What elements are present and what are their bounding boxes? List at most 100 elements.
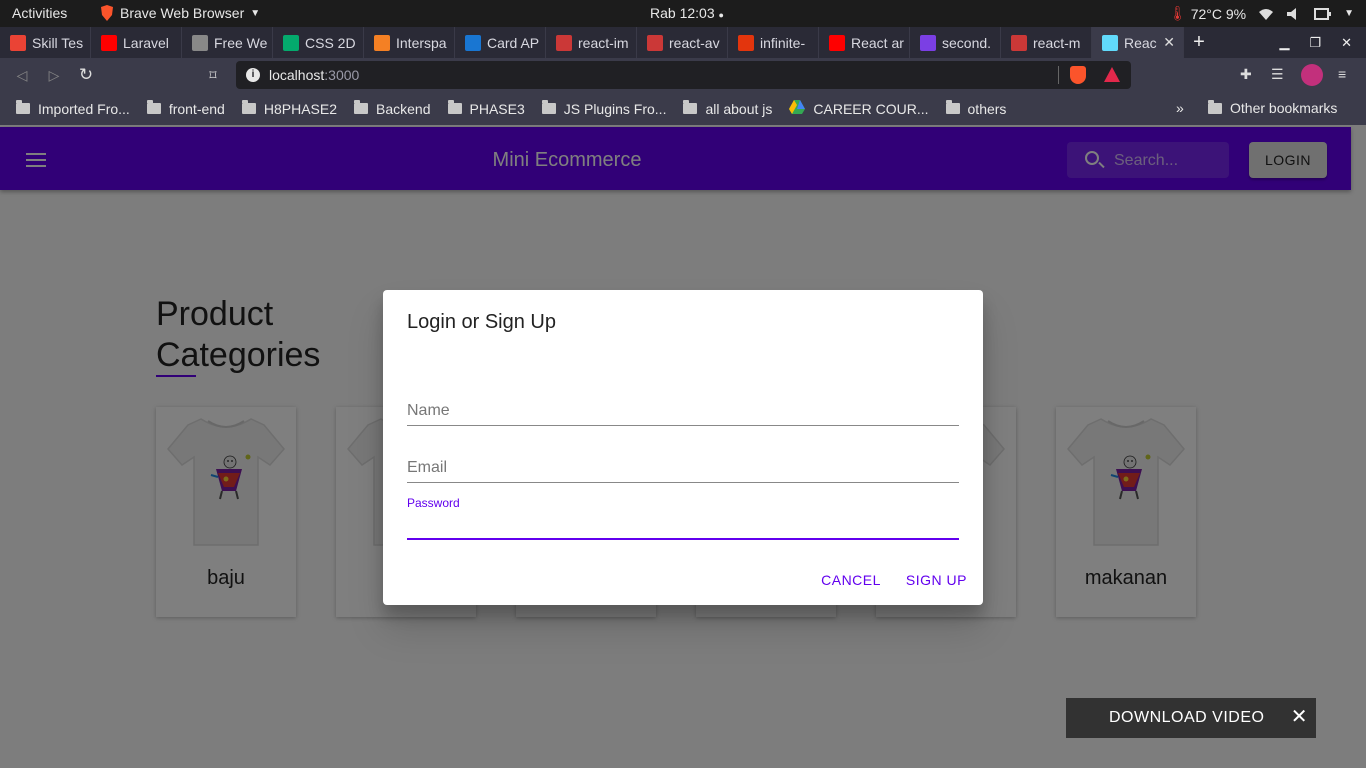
system-tray[interactable]: 🌡 72°C 9% ▼ — [1169, 5, 1354, 22]
chevron-down-icon: ▼ — [1344, 8, 1354, 19]
name-field-underline — [407, 425, 959, 426]
login-dialog: Login or Sign Up Name Email Password CAN… — [383, 290, 983, 605]
reload-icon[interactable]: ↻ — [76, 65, 96, 85]
dialog-title: Login or Sign Up — [407, 311, 556, 333]
browser-tab[interactable]: Free We — [182, 27, 273, 58]
download-video-button[interactable]: DOWNLOAD VIDEO — [1109, 709, 1264, 727]
tab-label: React ar — [851, 34, 904, 51]
browser-tab[interactable]: infinite- — [728, 27, 819, 58]
new-tab-button[interactable]: + — [1184, 31, 1214, 54]
folder-icon — [447, 100, 462, 114]
tab-label: react-im — [578, 34, 629, 51]
npm-icon — [647, 34, 663, 51]
browser-menu-icon[interactable]: ≡ — [1338, 66, 1346, 82]
battery-icon — [1314, 7, 1332, 20]
dialog-actions: CANCEL SIGN UP — [821, 572, 967, 588]
back-icon[interactable]: ◁ — [12, 65, 32, 85]
url-host: localhost — [269, 67, 325, 83]
bookmark-folder[interactable]: CAREER COUR... — [789, 100, 929, 117]
system-top-bar: Activities Brave Web Browser ▼ Rab 12:03… — [0, 0, 1366, 27]
cancel-button[interactable]: CANCEL — [821, 572, 881, 588]
download-video-bar: DOWNLOAD VIDEO ✕ — [1066, 698, 1316, 738]
media-controls-icon[interactable]: ☰ — [1271, 66, 1284, 83]
bookmark-folder[interactable]: Imported Fro... — [16, 100, 130, 117]
npm-icon — [556, 34, 572, 51]
page-content: Mini Ecommerce Search... LOGIN Product C… — [0, 125, 1366, 768]
browser-tab[interactable]: Laravel — [91, 27, 182, 58]
bookmark-folder[interactable]: others — [945, 100, 1006, 117]
folder-icon — [683, 100, 698, 114]
bookmark-label: Backend — [376, 100, 431, 117]
w3-icon — [283, 34, 299, 51]
brave-rewards-icon[interactable] — [1104, 67, 1120, 82]
bookmark-folder[interactable]: all about js — [683, 100, 773, 117]
temperature-label: 72°C 9% — [1190, 5, 1247, 22]
folder-icon — [541, 100, 556, 114]
profile-avatar-icon[interactable] — [1301, 64, 1323, 86]
bookmark-folder[interactable]: PHASE3 — [447, 100, 525, 117]
tab-label: Interspa — [396, 34, 447, 51]
bookmark-label: all about js — [705, 100, 773, 117]
omnibox-divider — [1058, 66, 1059, 84]
thermometer-icon: 🌡 — [1168, 5, 1187, 21]
brave-shields-icon[interactable] — [1070, 66, 1086, 84]
browser-tab[interactable]: Interspa — [364, 27, 455, 58]
bookmark-icon[interactable]: ⌑ — [203, 65, 223, 85]
info-icon[interactable]: i — [246, 68, 260, 82]
browser-tab[interactable]: Card AP — [455, 27, 546, 58]
bookmark-label: front-end — [168, 100, 225, 117]
chevron-down-icon: ▼ — [250, 7, 261, 19]
address-bar[interactable]: i localhost:3000 — [236, 61, 1131, 89]
volume-icon — [1287, 7, 1297, 20]
material-ui-icon — [465, 34, 481, 51]
bookmark-folder[interactable]: JS Plugins Fro... — [541, 100, 667, 117]
folder-icon — [241, 100, 256, 114]
bookmark-label: JS Plugins Fro... — [563, 100, 667, 117]
wifi-icon — [1259, 8, 1274, 20]
clock[interactable]: Rab 12:03 ● — [650, 5, 724, 21]
browser-tab[interactable]: react-im — [546, 27, 637, 58]
sign-up-button[interactable]: SIGN UP — [906, 572, 967, 588]
tab-label: Laravel — [123, 34, 169, 51]
gmail-icon — [10, 34, 26, 51]
maximize-icon[interactable]: ❐ — [1309, 35, 1321, 51]
folder-icon — [146, 100, 161, 114]
browser-tab[interactable]: react-av — [637, 27, 728, 58]
browser-tab[interactable]: second. — [910, 27, 1001, 58]
tab-label: Skill Tes — [32, 34, 84, 51]
google-drive-icon — [789, 100, 806, 117]
react-icon — [1102, 34, 1118, 51]
activities-button[interactable]: Activities — [12, 5, 67, 21]
forward-icon[interactable]: ▷ — [44, 65, 64, 85]
url-port: :3000 — [324, 67, 360, 83]
password-field-label: Password — [407, 496, 460, 510]
other-bookmarks[interactable]: Other bookmarks — [1208, 99, 1337, 116]
brave-lion-icon — [101, 5, 113, 21]
extensions-icon[interactable]: ✚ — [1240, 66, 1252, 83]
close-icon[interactable]: ✕ — [1291, 706, 1308, 728]
close-tab-icon[interactable]: ✕ — [1163, 34, 1175, 51]
minimize-icon[interactable]: ▁ — [1279, 35, 1289, 51]
browser-tab[interactable]: React ar — [819, 27, 910, 58]
globe-icon — [192, 34, 208, 51]
email-field-underline — [407, 482, 959, 483]
url-text[interactable]: localhost:3000 — [269, 67, 359, 83]
close-window-icon[interactable]: ✕ — [1341, 35, 1352, 51]
app-menu-label: Brave Web Browser — [120, 5, 245, 21]
browser-tab[interactable]: CSS 2D — [273, 27, 364, 58]
browser-tab[interactable]: react-m — [1001, 27, 1092, 58]
browser-tab[interactable]: Skill Tes — [0, 27, 91, 58]
bookmark-folder[interactable]: front-end — [146, 100, 225, 117]
npm-icon — [1011, 34, 1027, 51]
bookmark-folder[interactable]: H8PHASE2 — [241, 100, 337, 117]
tab-label: Card AP — [487, 34, 540, 51]
clock-label: Rab 12:03 — [650, 5, 715, 21]
app-menu[interactable]: Brave Web Browser ▼ — [100, 5, 260, 21]
browser-tab[interactable]: Reac ✕ — [1092, 27, 1184, 58]
email-field-label: Email — [407, 459, 448, 476]
tab-label: infinite- — [760, 34, 806, 51]
tab-label: react-av — [669, 34, 720, 51]
bookmarks-overflow-icon[interactable]: » — [1176, 100, 1184, 116]
notification-dot-icon: ● — [718, 10, 724, 20]
bookmark-folder[interactable]: Backend — [354, 100, 431, 117]
